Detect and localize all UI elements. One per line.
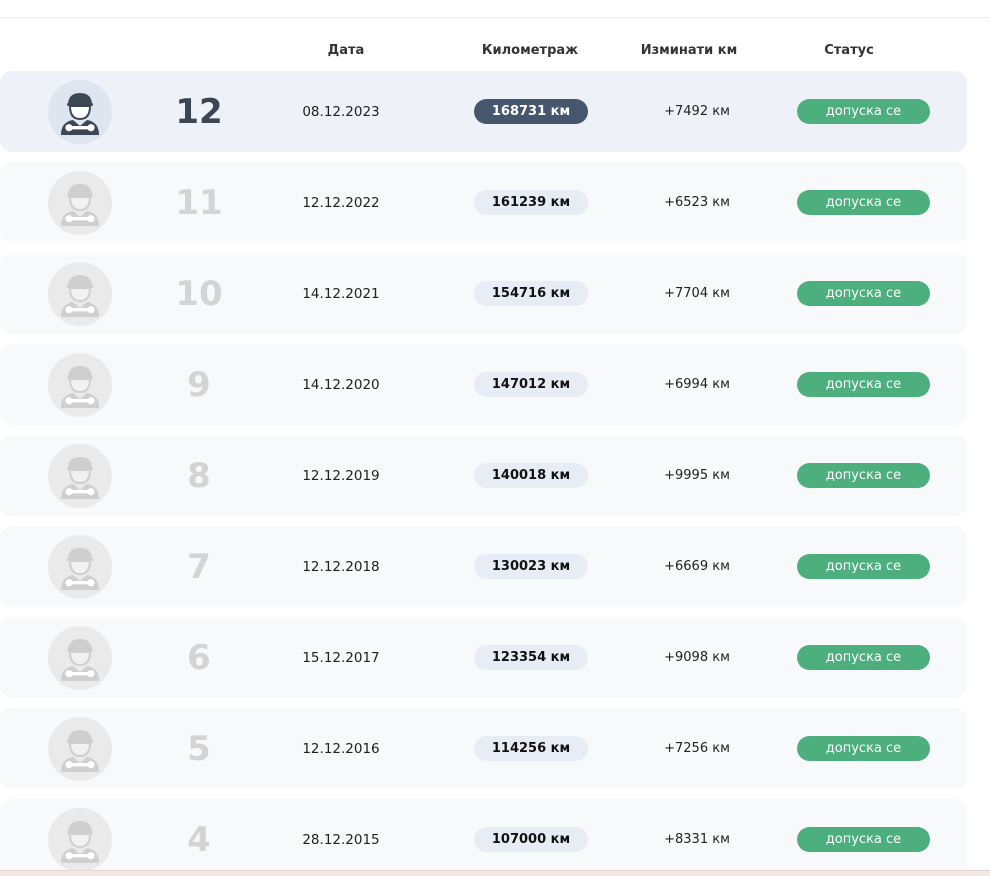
mechanic-icon-graphic (61, 639, 99, 681)
mileage-badge: 130023 км (474, 554, 588, 579)
mechanic-icon (48, 353, 112, 417)
status-badge: допуска се (797, 99, 930, 124)
table-row[interactable]: 4 28.12.2015 107000 км +8331 км допуска … (0, 799, 967, 876)
inspection-number: 4 (187, 820, 211, 860)
distance-traveled: +9995 км (664, 468, 730, 483)
table-row[interactable]: 5 12.12.2016 114256 км +7256 км допуска … (0, 708, 967, 789)
table-row[interactable]: 11 12.12.2022 161239 км +6523 км допуска… (0, 162, 967, 243)
inspection-date: 12.12.2016 (302, 741, 380, 757)
inspection-number: 7 (187, 547, 211, 587)
table-header: Дата Километраж Изминати км Статус (0, 43, 990, 63)
mechanic-icon-graphic (61, 93, 99, 135)
status-badge: допуска се (797, 736, 930, 761)
mileage-badge: 147012 км (474, 372, 588, 397)
inspection-date: 12.12.2022 (302, 195, 380, 211)
distance-traveled: +7256 км (664, 741, 730, 756)
inspection-date: 12.12.2018 (302, 559, 380, 575)
mechanic-icon (48, 808, 112, 872)
inspection-date: 12.12.2019 (302, 468, 380, 484)
inspection-number: 9 (187, 365, 211, 405)
status-badge: допуска се (797, 281, 930, 306)
mechanic-icon (48, 717, 112, 781)
mechanic-icon (48, 444, 112, 508)
inspection-number: 12 (175, 92, 223, 132)
table-row[interactable]: 6 15.12.2017 123354 км +9098 км допуска … (0, 617, 967, 698)
header-distance-traveled: Изминати км (640, 43, 738, 58)
inspection-history-page: Дата Километраж Изминати км Статус 12 08… (0, 0, 990, 876)
mechanic-icon (48, 626, 112, 690)
mileage-badge: 168731 км (474, 99, 588, 124)
inspection-number: 11 (175, 183, 223, 223)
header-date: Дата (327, 43, 365, 58)
mechanic-icon-graphic (61, 821, 99, 863)
table-row[interactable]: 10 14.12.2021 154716 км +7704 км допуска… (0, 253, 967, 334)
mechanic-icon (48, 262, 112, 326)
table-row[interactable]: 9 14.12.2020 147012 км +6994 км допуска … (0, 344, 967, 425)
mileage-badge: 123354 км (474, 645, 588, 670)
distance-traveled: +7704 км (664, 286, 730, 301)
table-row[interactable]: 7 12.12.2018 130023 км +6669 км допуска … (0, 526, 967, 607)
inspection-number: 5 (187, 729, 211, 769)
table-row[interactable]: 8 12.12.2019 140018 км +9995 км допуска … (0, 435, 967, 516)
inspection-date: 14.12.2020 (302, 377, 380, 393)
inspection-date: 15.12.2017 (302, 650, 380, 666)
inspection-list: 12 08.12.2023 168731 км +7492 км допуска… (0, 71, 990, 876)
status-badge: допуска се (797, 554, 930, 579)
status-badge: допуска се (797, 190, 930, 215)
distance-traveled: +9098 км (664, 650, 730, 665)
mechanic-icon (48, 80, 112, 144)
mechanic-icon (48, 535, 112, 599)
mileage-badge: 140018 км (474, 463, 588, 488)
distance-traveled: +6994 км (664, 377, 730, 392)
bottom-strip (0, 870, 990, 876)
mechanic-icon-graphic (61, 730, 99, 772)
inspection-number: 8 (187, 456, 211, 496)
status-badge: допуска се (797, 372, 930, 397)
header-mileage: Километраж (481, 43, 579, 58)
mechanic-icon-graphic (61, 275, 99, 317)
distance-traveled: +8331 км (664, 832, 730, 847)
inspection-number: 6 (187, 638, 211, 678)
mileage-badge: 107000 км (474, 827, 588, 852)
distance-traveled: +6523 км (664, 195, 730, 210)
inspection-number: 10 (175, 274, 223, 314)
mechanic-icon-graphic (61, 184, 99, 226)
inspection-date: 28.12.2015 (302, 832, 380, 848)
mileage-badge: 114256 км (474, 736, 588, 761)
status-badge: допуска се (797, 463, 930, 488)
inspection-date: 08.12.2023 (302, 104, 380, 120)
status-badge: допуска се (797, 827, 930, 852)
mechanic-icon-graphic (61, 366, 99, 408)
mechanic-icon-graphic (61, 457, 99, 499)
mechanic-icon (48, 171, 112, 235)
mileage-badge: 154716 км (474, 281, 588, 306)
inspection-date: 14.12.2021 (302, 286, 380, 302)
top-divider (0, 17, 990, 18)
table-row[interactable]: 12 08.12.2023 168731 км +7492 км допуска… (0, 71, 967, 152)
mileage-badge: 161239 км (474, 190, 588, 215)
header-status: Статус (824, 43, 874, 58)
status-badge: допуска се (797, 645, 930, 670)
distance-traveled: +6669 км (664, 559, 730, 574)
distance-traveled: +7492 км (664, 104, 730, 119)
mechanic-icon-graphic (61, 548, 99, 590)
